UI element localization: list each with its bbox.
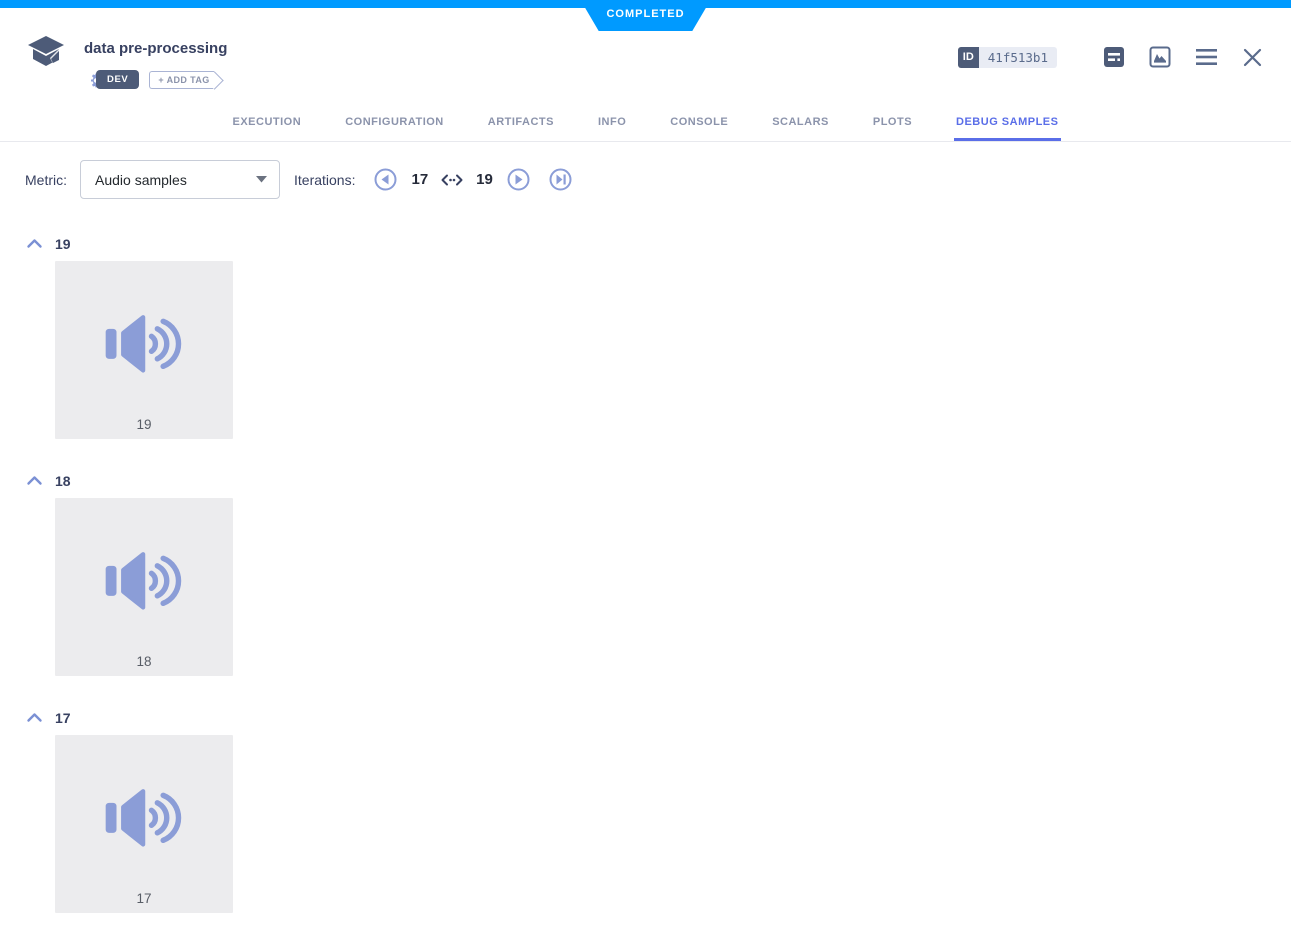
experiment-title: data pre-processing xyxy=(84,40,228,57)
iteration-header: 19 xyxy=(55,236,71,252)
metric-selected-value: Audio samples xyxy=(95,171,187,188)
details-panel-icon[interactable] xyxy=(1103,46,1125,68)
iteration-section-17: 17 17 xyxy=(26,709,1291,913)
tab-bar: EXECUTION CONFIGURATION ARTIFACTS INFO C… xyxy=(0,103,1291,142)
tab-console[interactable]: CONSOLE xyxy=(668,103,730,141)
iteration-header: 17 xyxy=(55,710,71,726)
collapse-chevron-up-icon[interactable] xyxy=(26,711,43,725)
id-badge: ID xyxy=(957,46,979,68)
audio-sample-card[interactable]: 19 xyxy=(55,261,233,439)
iteration-section-18: 18 18 xyxy=(26,472,1291,676)
sample-caption: 17 xyxy=(136,891,152,906)
add-tag-button[interactable]: + ADD TAG xyxy=(149,70,214,89)
menu-icon[interactable] xyxy=(1195,46,1217,68)
iterations-label: Iterations: xyxy=(294,171,356,188)
collapse-chevron-up-icon[interactable] xyxy=(26,474,43,488)
sample-caption: 19 xyxy=(136,417,152,432)
sample-caption: 18 xyxy=(136,654,152,669)
metric-select[interactable]: Audio samples xyxy=(80,160,280,199)
iteration-max-value: 19 xyxy=(476,171,493,188)
id-value: 41f513b1 xyxy=(978,46,1057,68)
iteration-min-value: 17 xyxy=(411,171,429,188)
tab-configuration[interactable]: CONFIGURATION xyxy=(343,103,446,141)
experiment-type-icon xyxy=(28,36,64,66)
tab-artifacts[interactable]: ARTIFACTS xyxy=(486,103,556,141)
debug-samples-grid: 19 19 18 18 17 17 xyxy=(26,199,1291,913)
metrics-view-icon[interactable] xyxy=(1149,46,1171,68)
close-icon[interactable] xyxy=(1241,46,1263,68)
audio-speaker-icon xyxy=(105,315,182,373)
status-ribbon-label: COMPLETED xyxy=(606,8,685,20)
tab-debug-samples[interactable]: DEBUG SAMPLES xyxy=(954,103,1061,141)
tab-plots[interactable]: PLOTS xyxy=(871,103,914,141)
chevron-down-icon xyxy=(256,176,267,183)
audio-sample-card[interactable]: 18 xyxy=(55,498,233,676)
audio-sample-card[interactable]: 17 xyxy=(55,735,233,913)
next-iterations-button[interactable] xyxy=(507,168,530,191)
iteration-section-19: 19 19 xyxy=(26,235,1291,439)
previous-iterations-button[interactable] xyxy=(374,168,397,191)
tab-scalars[interactable]: SCALARS xyxy=(770,103,831,141)
audio-speaker-icon xyxy=(105,552,182,610)
experiment-id[interactable]: ID 41f513b1 xyxy=(957,46,1057,68)
collapse-chevron-up-icon[interactable] xyxy=(26,237,43,251)
tab-execution[interactable]: EXECUTION xyxy=(231,103,304,141)
tab-info[interactable]: INFO xyxy=(596,103,628,141)
add-tag-label: + ADD TAG xyxy=(158,74,210,85)
audio-speaker-icon xyxy=(105,789,182,847)
iteration-header: 18 xyxy=(55,473,71,489)
tag-dev[interactable]: DEV xyxy=(88,70,140,89)
status-bar: COMPLETED xyxy=(0,0,1291,31)
metric-label: Metric: xyxy=(25,171,67,188)
tag-label: DEV xyxy=(96,70,140,89)
status-ribbon: COMPLETED xyxy=(580,0,711,31)
iteration-range-icon xyxy=(441,174,463,186)
debug-samples-toolbar: Metric: Audio samples Iterations: 17 19 xyxy=(25,160,1291,199)
last-iteration-button[interactable] xyxy=(549,168,572,191)
